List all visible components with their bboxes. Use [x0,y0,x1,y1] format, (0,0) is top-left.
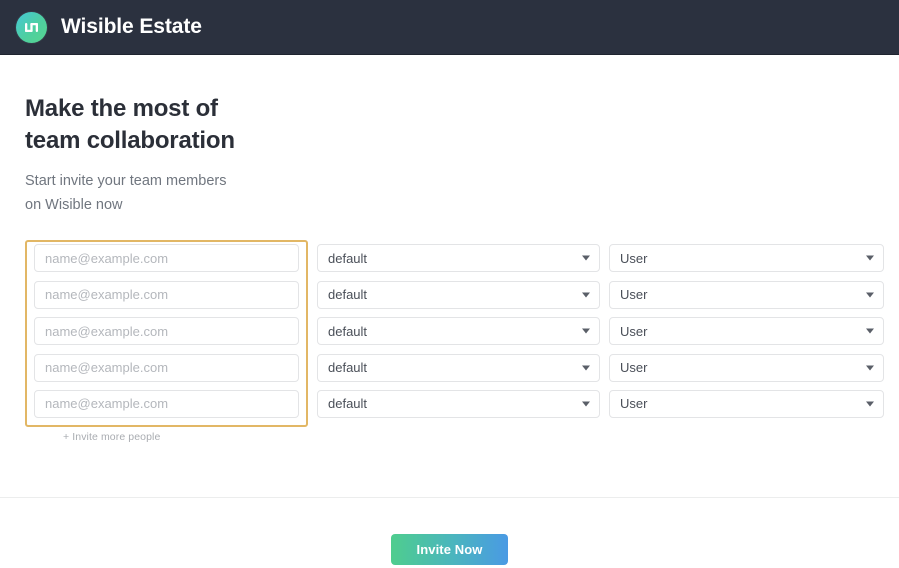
app-title: Wisible Estate [61,15,202,38]
app-header: Wisible Estate [0,0,899,55]
invite-page: Make the most of team collaboration Star… [0,93,899,568]
role-select-value[interactable]: User [609,280,884,309]
team-select-value[interactable]: default [317,244,600,273]
invite-row: default User [25,240,899,276]
invite-row: default User [25,277,899,313]
role-select[interactable]: User [609,280,884,309]
email-input[interactable] [34,280,299,309]
page-subtitle: Start invite your team members on Wisibl… [25,170,445,218]
role-select-value[interactable]: User [609,353,884,382]
email-cell [25,244,308,273]
role-select[interactable]: User [609,317,884,346]
page-title-line1: Make the most of [25,95,218,122]
page-footer: Invite Now [0,534,899,565]
team-select-value[interactable]: default [317,389,600,418]
section-divider [0,497,899,498]
role-select[interactable]: User [609,353,884,382]
team-cell: default [317,389,600,418]
team-cell: default [317,244,600,273]
team-select[interactable]: default [317,353,600,382]
invite-row-list: default User defaul [25,240,899,422]
page-subtitle-line2: on Wisible now [25,197,123,214]
team-select[interactable]: default [317,317,600,346]
email-input[interactable] [34,353,299,382]
invite-row: default User [25,313,899,349]
team-select[interactable]: default [317,389,600,418]
team-select-value[interactable]: default [317,280,600,309]
team-select[interactable]: default [317,280,600,309]
team-select[interactable]: default [317,244,600,273]
invite-now-button[interactable]: Invite Now [391,534,508,565]
role-select[interactable]: User [609,244,884,273]
email-cell [25,280,308,309]
invite-more-people-link[interactable]: + Invite more people [63,431,160,443]
team-cell: default [317,280,600,309]
role-cell: User [609,389,884,418]
role-select[interactable]: User [609,389,884,418]
email-cell [25,317,308,346]
team-cell: default [317,317,600,346]
page-title: Make the most of team collaboration [25,93,445,156]
page-subtitle-line1: Start invite your team members [25,173,227,190]
role-select-value[interactable]: User [609,244,884,273]
role-select-value[interactable]: User [609,389,884,418]
team-select-value[interactable]: default [317,317,600,346]
email-cell [25,353,308,382]
team-cell: default [317,353,600,382]
role-cell: User [609,280,884,309]
role-cell: User [609,244,884,273]
invite-row: default User [25,349,899,385]
role-select-value[interactable]: User [609,317,884,346]
page-title-line2: team collaboration [25,126,235,154]
team-select-value[interactable]: default [317,353,600,382]
email-input[interactable] [34,317,299,346]
invite-row: default User [25,386,899,422]
role-cell: User [609,317,884,346]
invite-rows-area: default User defaul [0,240,899,445]
email-input[interactable] [34,244,299,273]
wisible-circle-logo-icon [16,11,47,43]
role-cell: User [609,353,884,382]
email-cell [25,389,308,418]
email-input[interactable] [34,389,299,418]
